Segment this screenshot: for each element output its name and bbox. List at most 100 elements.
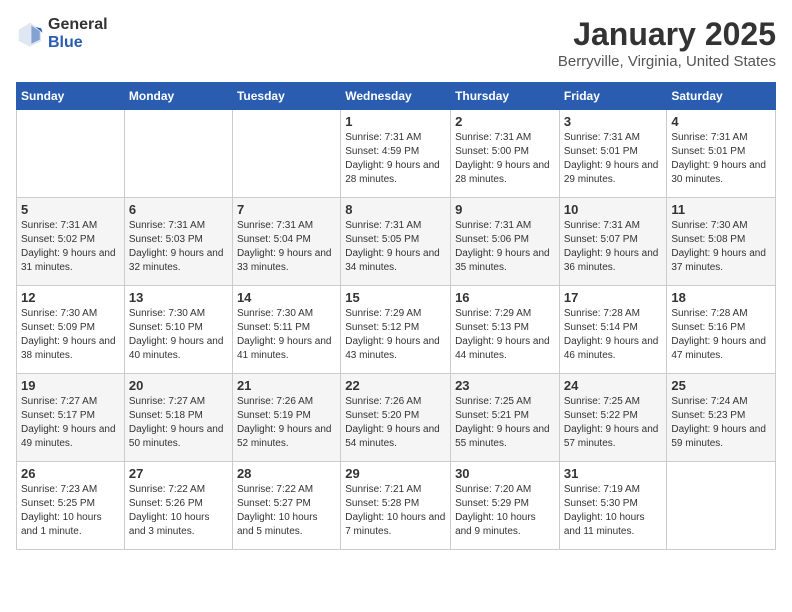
day-info: Sunrise: 7:31 AM Sunset: 5:05 PM Dayligh… — [345, 219, 446, 275]
day-number: 28 — [237, 466, 336, 481]
day-number: 27 — [129, 466, 228, 481]
calendar-cell: 14 Sunrise: 7:30 AM Sunset: 5:11 PM Dayli… — [232, 286, 340, 374]
calendar-cell: 4 Sunrise: 7:31 AM Sunset: 5:01 PM Daylig… — [667, 110, 776, 198]
day-number: 3 — [564, 114, 663, 129]
day-info: Sunrise: 7:24 AM Sunset: 5:23 PM Dayligh… — [671, 395, 771, 451]
calendar-cell — [667, 462, 776, 550]
calendar-week-2: 5 Sunrise: 7:31 AM Sunset: 5:02 PM Daylig… — [17, 198, 776, 286]
calendar-cell: 9 Sunrise: 7:31 AM Sunset: 5:06 PM Daylig… — [451, 198, 560, 286]
calendar-cell — [17, 110, 125, 198]
day-info: Sunrise: 7:27 AM Sunset: 5:17 PM Dayligh… — [21, 395, 120, 451]
calendar-cell: 2 Sunrise: 7:31 AM Sunset: 5:00 PM Daylig… — [451, 110, 560, 198]
calendar-cell: 17 Sunrise: 7:28 AM Sunset: 5:14 PM Dayli… — [559, 286, 667, 374]
day-number: 2 — [455, 114, 555, 129]
day-info: Sunrise: 7:27 AM Sunset: 5:18 PM Dayligh… — [129, 395, 228, 451]
day-number: 22 — [345, 378, 446, 393]
logo-general-text: General — [48, 16, 108, 34]
calendar-cell: 23Sunrise: 7:25 AM Sunset: 5:21 PM Dayli… — [451, 374, 560, 462]
calendar-cell: 31 Sunrise: 7:19 AM Sunset: 5:30 PM Dayli… — [559, 462, 667, 550]
calendar-cell: 16 Sunrise: 7:29 AM Sunset: 5:13 PM Dayli… — [451, 286, 560, 374]
day-info: Sunrise: 7:31 AM Sunset: 5:04 PM Dayligh… — [237, 219, 336, 275]
day-number: 5 — [21, 202, 120, 217]
day-info: Sunrise: 7:29 AM Sunset: 5:13 PM Dayligh… — [455, 307, 555, 363]
calendar-cell: 8 Sunrise: 7:31 AM Sunset: 5:05 PM Daylig… — [341, 198, 451, 286]
calendar-cell: 27 Sunrise: 7:22 AM Sunset: 5:26 PM Dayli… — [124, 462, 232, 550]
calendar-table: SundayMondayTuesdayWednesdayThursdayFrid… — [16, 82, 776, 550]
calendar-cell: 7Sunrise: 7:31 AM Sunset: 5:04 PM Daylig… — [232, 198, 340, 286]
day-info: Sunrise: 7:22 AM Sunset: 5:26 PM Dayligh… — [129, 483, 228, 539]
day-number: 8 — [345, 202, 446, 217]
calendar-cell: 21 Sunrise: 7:26 AM Sunset: 5:19 PM Dayli… — [232, 374, 340, 462]
weekday-header-sunday: Sunday — [17, 83, 125, 110]
calendar-cell: 11Sunrise: 7:30 AM Sunset: 5:08 PM Dayli… — [667, 198, 776, 286]
day-number: 31 — [564, 466, 663, 481]
logo-text: General Blue — [48, 16, 108, 51]
day-info: Sunrise: 7:23 AM Sunset: 5:25 PM Dayligh… — [21, 483, 120, 539]
calendar-cell: 20 Sunrise: 7:27 AM Sunset: 5:18 PM Dayli… — [124, 374, 232, 462]
weekday-header-tuesday: Tuesday — [232, 83, 340, 110]
day-info: Sunrise: 7:31 AM Sunset: 5:03 PM Dayligh… — [129, 219, 228, 275]
calendar-cell: 3 Sunrise: 7:31 AM Sunset: 5:01 PM Daylig… — [559, 110, 667, 198]
calendar-cell: 13 Sunrise: 7:30 AM Sunset: 5:10 PM Dayli… — [124, 286, 232, 374]
day-number: 25 — [671, 378, 771, 393]
day-number: 4 — [671, 114, 771, 129]
day-number: 17 — [564, 290, 663, 305]
calendar-cell: 5 Sunrise: 7:31 AM Sunset: 5:02 PM Daylig… — [17, 198, 125, 286]
day-number: 14 — [237, 290, 336, 305]
calendar-cell: 15Sunrise: 7:29 AM Sunset: 5:12 PM Dayli… — [341, 286, 451, 374]
day-info: Sunrise: 7:19 AM Sunset: 5:30 PM Dayligh… — [564, 483, 663, 539]
calendar-cell: 19 Sunrise: 7:27 AM Sunset: 5:17 PM Dayli… — [17, 374, 125, 462]
day-info: Sunrise: 7:31 AM Sunset: 4:59 PM Dayligh… — [345, 131, 446, 187]
weekday-header-monday: Monday — [124, 83, 232, 110]
day-number: 24 — [564, 378, 663, 393]
calendar-cell: 24 Sunrise: 7:25 AM Sunset: 5:22 PM Dayli… — [559, 374, 667, 462]
calendar-week-3: 12 Sunrise: 7:30 AM Sunset: 5:09 PM Dayli… — [17, 286, 776, 374]
header: General Blue January 2025 Berryville, Vi… — [16, 16, 776, 70]
day-number: 29 — [345, 466, 446, 481]
logo: General Blue — [16, 16, 108, 51]
day-number: 13 — [129, 290, 228, 305]
day-info: Sunrise: 7:31 AM Sunset: 5:01 PM Dayligh… — [671, 131, 771, 187]
day-number: 20 — [129, 378, 228, 393]
calendar-cell: 29 Sunrise: 7:21 AM Sunset: 5:28 PM Dayli… — [341, 462, 451, 550]
calendar-week-4: 19 Sunrise: 7:27 AM Sunset: 5:17 PM Dayli… — [17, 374, 776, 462]
day-info: Sunrise: 7:30 AM Sunset: 5:09 PM Dayligh… — [21, 307, 120, 363]
calendar-week-1: 1Sunrise: 7:31 AM Sunset: 4:59 PM Daylig… — [17, 110, 776, 198]
day-number: 18 — [671, 290, 771, 305]
day-number: 21 — [237, 378, 336, 393]
day-number: 19 — [21, 378, 120, 393]
calendar-cell: 30 Sunrise: 7:20 AM Sunset: 5:29 PM Dayli… — [451, 462, 560, 550]
day-number: 11 — [671, 202, 771, 217]
logo-blue-text: Blue — [48, 34, 108, 52]
day-info: Sunrise: 7:25 AM Sunset: 5:22 PM Dayligh… — [564, 395, 663, 451]
day-info: Sunrise: 7:31 AM Sunset: 5:06 PM Dayligh… — [455, 219, 555, 275]
calendar-header: SundayMondayTuesdayWednesdayThursdayFrid… — [17, 83, 776, 110]
calendar-cell: 26 Sunrise: 7:23 AM Sunset: 5:25 PM Dayli… — [17, 462, 125, 550]
weekday-header-wednesday: Wednesday — [341, 83, 451, 110]
day-info: Sunrise: 7:26 AM Sunset: 5:19 PM Dayligh… — [237, 395, 336, 451]
day-info: Sunrise: 7:31 AM Sunset: 5:00 PM Dayligh… — [455, 131, 555, 187]
day-info: Sunrise: 7:31 AM Sunset: 5:01 PM Dayligh… — [564, 131, 663, 187]
calendar-cell: 6Sunrise: 7:31 AM Sunset: 5:03 PM Daylig… — [124, 198, 232, 286]
day-number: 23 — [455, 378, 555, 393]
title-section: January 2025 Berryville, Virginia, Unite… — [558, 16, 776, 70]
day-number: 9 — [455, 202, 555, 217]
weekday-header-saturday: Saturday — [667, 83, 776, 110]
day-number: 15 — [345, 290, 446, 305]
day-info: Sunrise: 7:30 AM Sunset: 5:11 PM Dayligh… — [237, 307, 336, 363]
day-number: 26 — [21, 466, 120, 481]
calendar-week-5: 26 Sunrise: 7:23 AM Sunset: 5:25 PM Dayli… — [17, 462, 776, 550]
day-info: Sunrise: 7:31 AM Sunset: 5:02 PM Dayligh… — [21, 219, 120, 275]
day-info: Sunrise: 7:28 AM Sunset: 5:14 PM Dayligh… — [564, 307, 663, 363]
weekday-header-row: SundayMondayTuesdayWednesdayThursdayFrid… — [17, 83, 776, 110]
day-info: Sunrise: 7:20 AM Sunset: 5:29 PM Dayligh… — [455, 483, 555, 539]
day-info: Sunrise: 7:21 AM Sunset: 5:28 PM Dayligh… — [345, 483, 446, 539]
day-number: 30 — [455, 466, 555, 481]
day-info: Sunrise: 7:28 AM Sunset: 5:16 PM Dayligh… — [671, 307, 771, 363]
day-number: 12 — [21, 290, 120, 305]
day-info: Sunrise: 7:30 AM Sunset: 5:10 PM Dayligh… — [129, 307, 228, 363]
day-info: Sunrise: 7:26 AM Sunset: 5:20 PM Dayligh… — [345, 395, 446, 451]
calendar-subtitle: Berryville, Virginia, United States — [558, 53, 776, 70]
day-number: 16 — [455, 290, 555, 305]
calendar-cell: 12 Sunrise: 7:30 AM Sunset: 5:09 PM Dayli… — [17, 286, 125, 374]
